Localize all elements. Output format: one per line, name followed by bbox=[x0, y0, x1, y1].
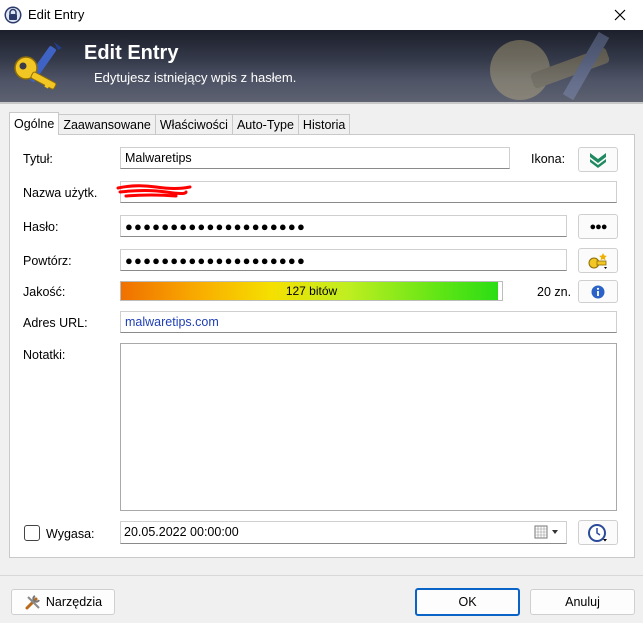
title-label: Tytuł: bbox=[23, 152, 53, 166]
url-field[interactable]: malwaretips.com bbox=[120, 311, 617, 333]
calendar-icon bbox=[534, 525, 558, 539]
icon-picker-button[interactable] bbox=[578, 147, 618, 172]
expiry-date-value: 20.05.2022 00:00:00 bbox=[124, 525, 239, 539]
title-field[interactable]: Malwaretips bbox=[120, 147, 510, 169]
date-dropdown-button[interactable] bbox=[534, 524, 564, 541]
tab-advanced[interactable]: Zaawansowane bbox=[58, 114, 156, 136]
tools-button[interactable]: Narzędzia bbox=[11, 589, 115, 615]
header-banner: Edit Entry Edytujesz istniejący wpis z h… bbox=[0, 30, 643, 102]
password-generator-button[interactable] bbox=[578, 248, 618, 273]
expires-checkbox[interactable] bbox=[24, 525, 40, 541]
notes-label: Notatki: bbox=[23, 348, 66, 362]
repeat-password-field[interactable]: ●●●●●●●●●●●●●●●●●●●● bbox=[120, 249, 567, 271]
banner-title: Edit Entry bbox=[84, 42, 179, 64]
close-button[interactable] bbox=[597, 0, 643, 30]
expires-label[interactable]: Wygasa: bbox=[46, 527, 95, 541]
keys-icon bbox=[14, 42, 62, 90]
tools-icon bbox=[25, 595, 40, 610]
tools-button-label: Narzędzia bbox=[45, 595, 103, 609]
quality-bits-text: 127 bitów bbox=[285, 284, 338, 298]
window-title: Edit Entry bbox=[28, 7, 85, 22]
password-field[interactable]: ●●●●●●●●●●●●●●●●●●●● bbox=[120, 215, 567, 237]
banner-divider bbox=[0, 102, 643, 104]
quality-info-button[interactable] bbox=[578, 280, 618, 303]
ok-button[interactable]: OK bbox=[415, 588, 520, 616]
edit-entry-window: Edit Entry Edit Entry Edytujesz istnieją… bbox=[0, 0, 643, 623]
expiry-date-field[interactable]: 20.05.2022 00:00:00 bbox=[120, 521, 567, 544]
tab-bar: Ogólne Zaawansowane Właściwości Auto-Typ… bbox=[9, 112, 351, 136]
banner-subtitle: Edytujesz istniejący wpis z hasłem. bbox=[94, 70, 297, 85]
tab-auto-type[interactable]: Auto-Type bbox=[231, 114, 299, 136]
lock-icon bbox=[4, 6, 22, 24]
expiry-presets-button[interactable] bbox=[578, 520, 618, 545]
tab-properties[interactable]: Właściwości bbox=[154, 114, 233, 136]
entry-icon bbox=[590, 152, 606, 168]
char-count: 20 zn. bbox=[537, 285, 572, 299]
generator-icon bbox=[588, 252, 607, 269]
tab-history[interactable]: Historia bbox=[297, 114, 351, 136]
username-redaction-scribble bbox=[116, 184, 192, 198]
url-label: Adres URL: bbox=[23, 316, 88, 330]
info-icon bbox=[591, 285, 605, 298]
banner-watermark bbox=[490, 31, 610, 101]
notes-textarea[interactable] bbox=[120, 343, 617, 511]
username-field[interactable] bbox=[120, 181, 617, 203]
repeat-label: Powtórz: bbox=[23, 254, 72, 268]
clock-icon bbox=[588, 523, 607, 542]
username-label: Nazwa użytk. bbox=[23, 186, 98, 200]
ok-button-label: OK bbox=[458, 595, 477, 609]
tab-general[interactable]: Ogólne bbox=[9, 112, 60, 135]
quality-label: Jakość: bbox=[23, 285, 66, 299]
close-icon bbox=[614, 9, 626, 21]
cancel-button[interactable]: Anuluj bbox=[530, 589, 635, 615]
password-label: Hasło: bbox=[23, 220, 59, 234]
title-bar: Edit Entry bbox=[0, 0, 643, 30]
quality-bar: 127 bitów bbox=[120, 281, 503, 301]
cancel-button-label: Anuluj bbox=[565, 595, 600, 609]
show-password-button[interactable]: ●●● bbox=[578, 214, 618, 239]
footer-divider bbox=[0, 575, 643, 576]
dots-icon: ●●● bbox=[589, 220, 608, 233]
icon-label: Ikona: bbox=[531, 152, 566, 166]
